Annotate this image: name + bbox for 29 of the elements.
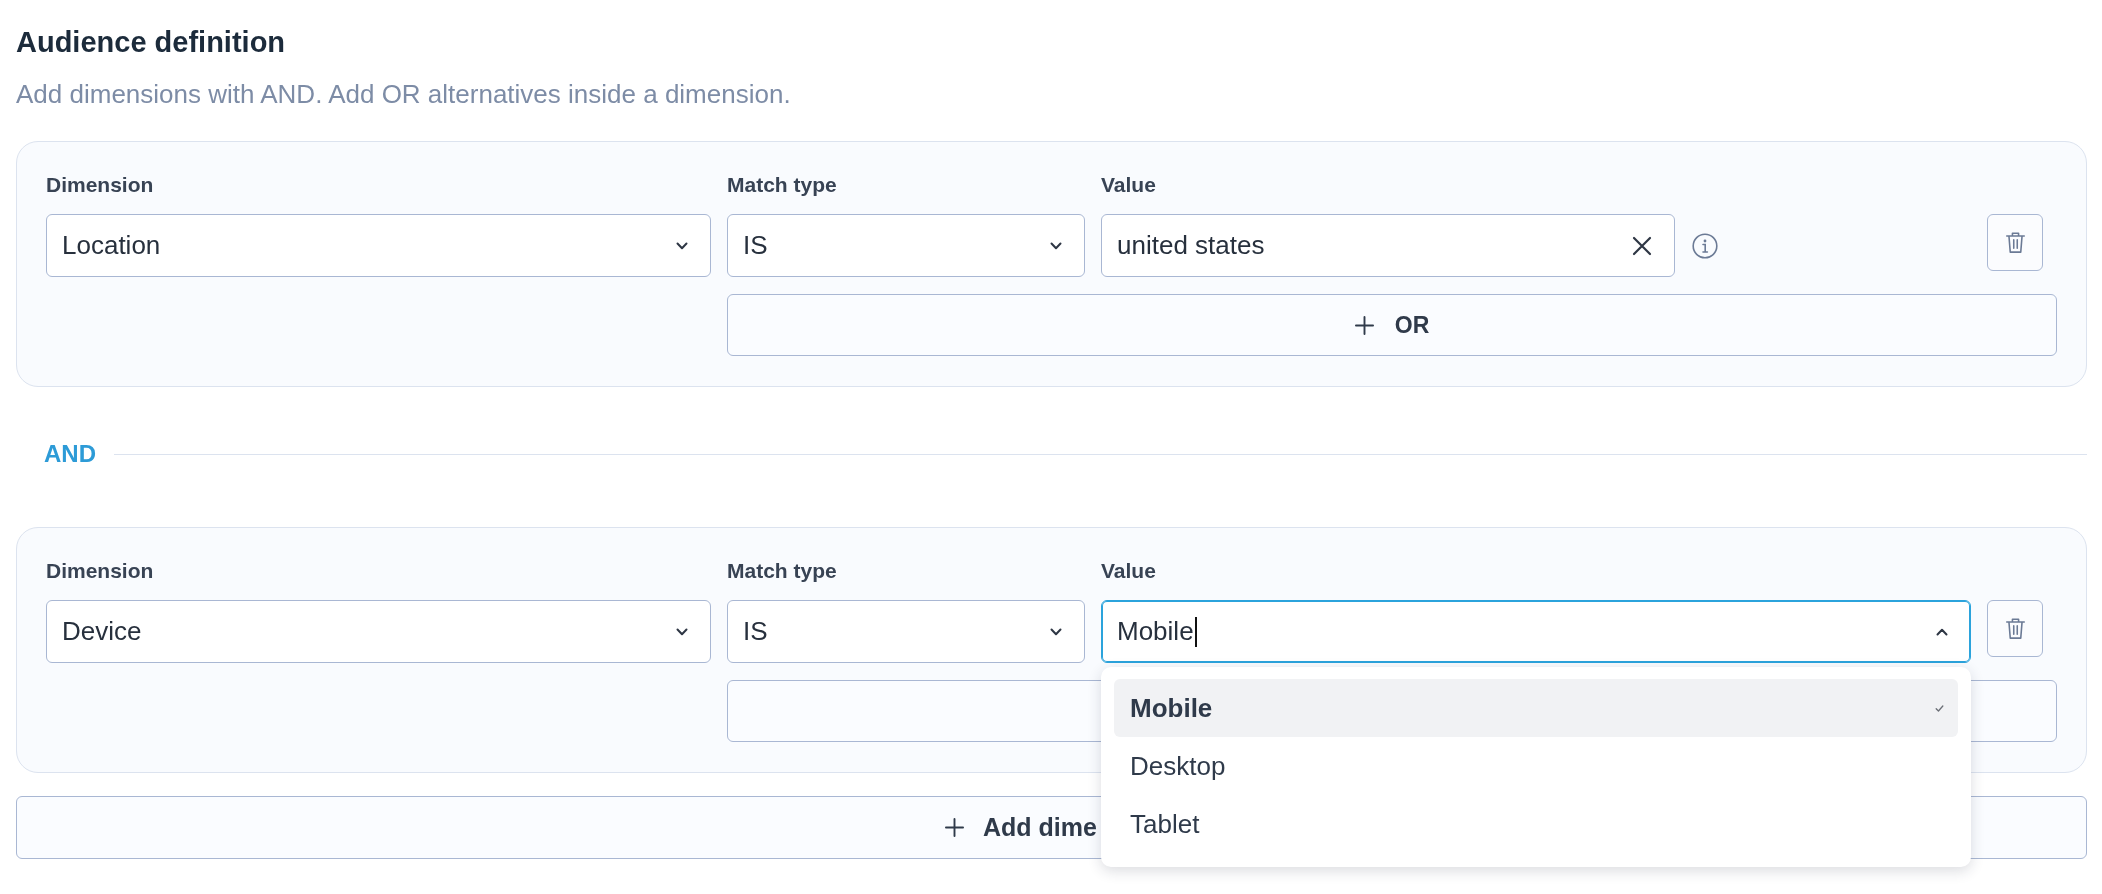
- check-icon: [1935, 704, 1944, 712]
- text-cursor-icon: [1194, 616, 1197, 647]
- plus-icon: [945, 818, 964, 837]
- select-field[interactable]: Location: [46, 214, 711, 277]
- field-label: Value: [1101, 173, 1157, 197]
- input-field[interactable]: Mobile: [1101, 600, 1971, 663]
- input-field[interactable]: united states: [1101, 214, 1676, 277]
- select-field[interactable]: IS: [727, 214, 1085, 277]
- field-label: Dimension: [46, 173, 155, 197]
- dropdown-option[interactable]: Mobile: [1114, 679, 1958, 737]
- trash-icon: [2004, 617, 2026, 640]
- delete-button[interactable]: [1987, 214, 2043, 271]
- plus-icon: [1354, 315, 1374, 335]
- select-field[interactable]: IS: [727, 600, 1085, 663]
- add-or-button[interactable]: OR: [727, 294, 2057, 356]
- section-description: Add dimensions with AND. Add OR alternatives inside a dimension.: [16, 79, 792, 109]
- trash-icon: [2004, 231, 2026, 254]
- delete-button[interactable]: [1987, 600, 2043, 657]
- dropdown-option[interactable]: Tablet: [1114, 795, 1958, 853]
- dropdown-option[interactable]: Desktop: [1114, 737, 1958, 795]
- section-title: Audience definition: [16, 25, 287, 59]
- info-icon[interactable]: [1692, 232, 1719, 259]
- and-label: AND: [44, 441, 96, 467]
- field-label: Dimension: [46, 559, 155, 583]
- field-label: Match type: [727, 559, 838, 583]
- field-label: Value: [1101, 559, 1157, 583]
- close-icon[interactable]: [1632, 235, 1653, 256]
- select-field[interactable]: Device: [46, 600, 711, 663]
- field-label: Match type: [727, 173, 838, 197]
